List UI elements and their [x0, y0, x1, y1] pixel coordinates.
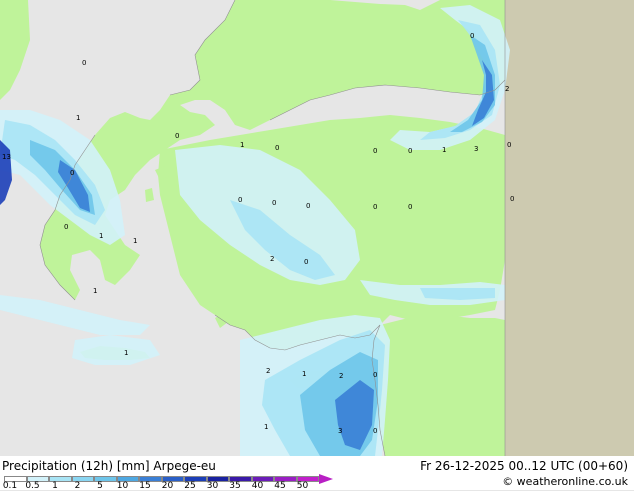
- forecast-datetime: Fr 26-12-2025 00..12 UTC (00+60): [420, 459, 628, 473]
- precip-turkey-south-mid: [420, 288, 495, 300]
- precip-value-label: 0: [238, 196, 243, 204]
- precip-value-label: 1: [442, 146, 447, 154]
- precip-value-label: 1: [124, 349, 129, 357]
- precip-value-label: 2: [339, 372, 344, 380]
- map-canvas: [0, 0, 634, 456]
- precip-value-label: 0: [304, 258, 309, 266]
- precip-value-label: 0: [82, 59, 87, 67]
- precip-value-label: 2: [270, 255, 275, 263]
- precip-value-label: 0: [507, 141, 512, 149]
- precip-value-label: 1: [264, 423, 269, 431]
- precip-value-label: 0: [510, 195, 515, 203]
- precip-value-label: 0: [373, 203, 378, 211]
- map-footer: Precipitation (12h) [mm] Arpege-eu Fr 26…: [0, 456, 634, 491]
- precip-value-label: 3: [338, 427, 343, 435]
- precip-value-label: 2: [266, 367, 271, 375]
- precip-value-label: 1: [76, 114, 81, 122]
- precip-value-label: 1: [93, 287, 98, 295]
- precip-value-label: 0: [373, 371, 378, 379]
- outside-domain-area: [505, 0, 634, 456]
- precip-value-label: 13: [2, 153, 11, 161]
- precip-value-label: 1: [302, 370, 307, 378]
- product-title: Precipitation (12h) [mm] Arpege-eu: [2, 459, 216, 473]
- precip-value-label: 0: [408, 203, 413, 211]
- precip-value-label: 1: [99, 232, 104, 240]
- precip-value-label: 0: [275, 144, 280, 152]
- precip-value-label: 0: [470, 32, 475, 40]
- precip-value-label: 0: [373, 427, 378, 435]
- precip-value-label: 1: [240, 141, 245, 149]
- precipitation-map: 0 0 2 1 0 1 0 0 0 1 3 0 13 0 0 0 0 0 0 0…: [0, 0, 634, 456]
- precip-value-label: 0: [64, 223, 69, 231]
- precip-value-label: 3: [474, 145, 479, 153]
- precip-value-label: 2: [505, 85, 510, 93]
- precip-value-label: 0: [373, 147, 378, 155]
- precip-value-label: 0: [306, 202, 311, 210]
- precip-value-label: 0: [70, 169, 75, 177]
- precip-value-label: 0: [272, 199, 277, 207]
- precip-value-label: 0: [408, 147, 413, 155]
- site-credit[interactable]: © weatheronline.co.uk: [502, 475, 628, 488]
- precip-value-label: 1: [133, 237, 138, 245]
- land-levant: [372, 315, 505, 456]
- precip-value-label: 0: [175, 132, 180, 140]
